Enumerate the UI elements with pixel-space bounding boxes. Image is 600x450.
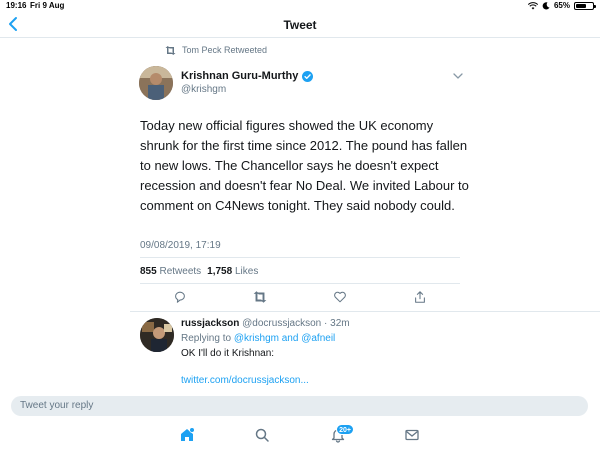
battery-icon bbox=[574, 1, 596, 10]
status-right: 65% bbox=[527, 1, 596, 10]
replying-to-users[interactable]: @krishgm and @afneil bbox=[234, 333, 335, 344]
author-name[interactable]: Krishnan Guru-Murthy bbox=[181, 70, 314, 82]
reply-age: 32m bbox=[330, 318, 350, 329]
reply-author-name[interactable]: russjackson bbox=[181, 318, 239, 329]
retweet-action-icon[interactable] bbox=[253, 290, 267, 304]
author-handle[interactable]: @krishgm bbox=[181, 84, 226, 95]
retweets-stat[interactable]: 855 Retweets bbox=[140, 266, 201, 277]
author-name-text: Krishnan Guru-Murthy bbox=[181, 70, 299, 82]
author-avatar-image bbox=[139, 66, 173, 100]
divider bbox=[140, 283, 460, 284]
search-icon[interactable] bbox=[254, 427, 270, 443]
retweet-icon bbox=[165, 45, 176, 55]
like-heart-icon[interactable] bbox=[333, 290, 347, 304]
reply-avatar[interactable] bbox=[140, 318, 174, 352]
reply-composer-input[interactable]: Tweet your reply bbox=[11, 396, 588, 416]
retweet-context-label: Tom Peck Retweeted bbox=[182, 45, 268, 55]
likes-stat[interactable]: 1,758 Likes bbox=[207, 266, 258, 277]
status-time: 19:16 bbox=[6, 1, 27, 10]
divider bbox=[140, 257, 460, 258]
author-avatar[interactable] bbox=[139, 66, 173, 100]
reply-separator: · bbox=[324, 318, 328, 329]
reply-header: russjackson @docrussjackson · 32m bbox=[181, 318, 350, 329]
replying-to: Replying to @krishgm and @afneil bbox=[181, 333, 335, 344]
wifi-icon bbox=[527, 1, 538, 9]
moon-icon bbox=[542, 1, 550, 9]
battery-percent: 65% bbox=[553, 1, 570, 10]
notifications-badge: 20+ bbox=[336, 424, 354, 435]
tweet-text: Today new official figures showed the UK… bbox=[140, 118, 469, 213]
reply-icon[interactable] bbox=[173, 290, 187, 304]
reply-author-handle[interactable]: @docrussjackson bbox=[242, 318, 321, 329]
status-date: Fri 9 Aug bbox=[30, 1, 65, 10]
tweet-stats: 855 Retweets 1,758 Likes bbox=[140, 266, 258, 277]
retweet-context[interactable]: Tom Peck Retweeted bbox=[165, 45, 267, 55]
chevron-down-icon[interactable] bbox=[453, 72, 463, 80]
status-bar: 19:16 Fri 9 Aug 65% bbox=[0, 0, 600, 12]
retweets-count: 855 bbox=[140, 266, 157, 277]
tab-bar bbox=[0, 418, 600, 450]
likes-label: Likes bbox=[234, 266, 259, 277]
verified-badge-icon bbox=[302, 70, 314, 82]
battery-fill bbox=[576, 3, 587, 8]
nav-header: Tweet bbox=[0, 12, 600, 38]
home-icon[interactable] bbox=[179, 427, 195, 443]
reply-link[interactable]: twitter.com/docrussjackson... bbox=[181, 375, 309, 386]
tweet-actions bbox=[140, 290, 460, 306]
divider bbox=[130, 311, 600, 312]
messages-envelope-icon[interactable] bbox=[404, 427, 420, 443]
tweet-timestamp: 09/08/2019, 17:19 bbox=[140, 240, 221, 251]
retweets-label: Retweets bbox=[159, 266, 202, 277]
reply-text: OK I'll do it Krishnan: bbox=[181, 348, 275, 359]
likes-count: 1,758 bbox=[207, 266, 233, 277]
page-title: Tweet bbox=[283, 18, 317, 32]
replying-to-prefix: Replying to bbox=[181, 333, 232, 344]
share-icon[interactable] bbox=[413, 290, 427, 304]
reply-avatar-image bbox=[140, 318, 174, 352]
